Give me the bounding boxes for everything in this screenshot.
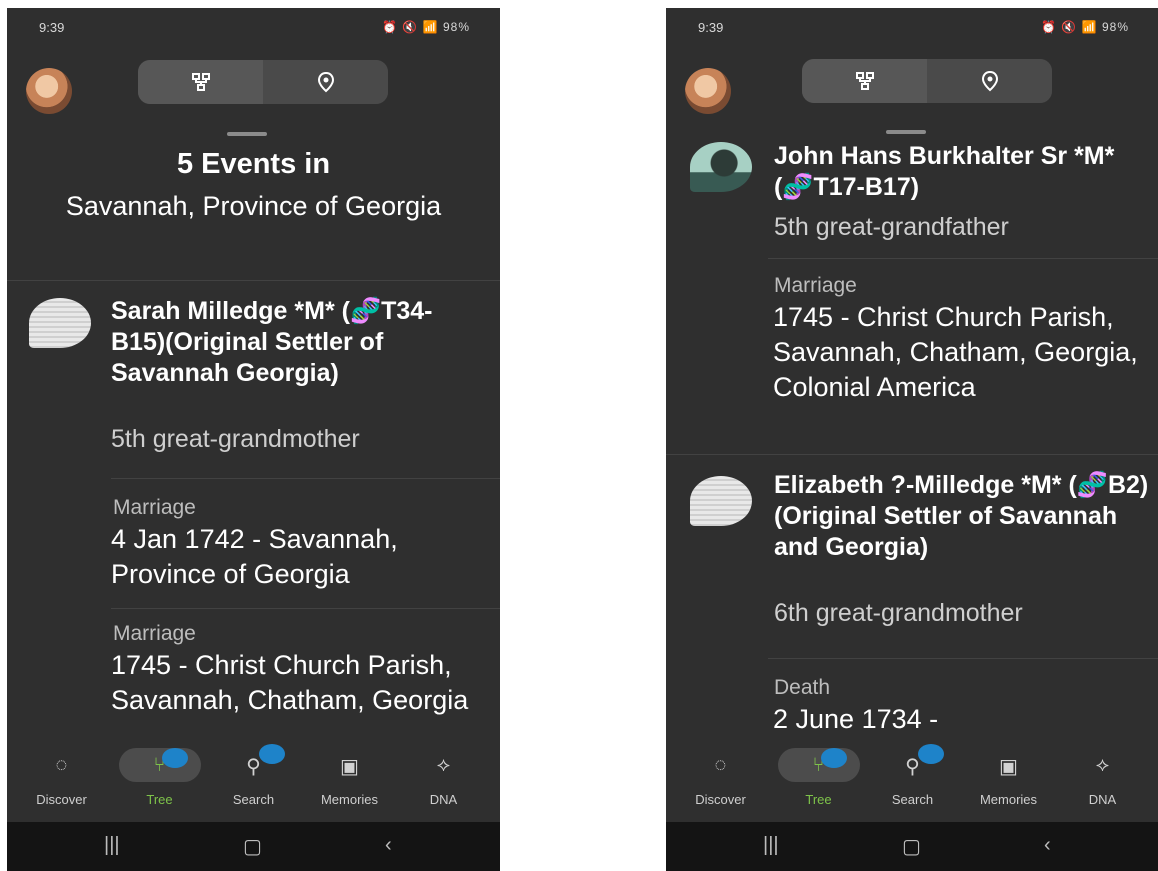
nav-tree[interactable]: ⑂ Tree bbox=[110, 734, 209, 822]
view-toggle bbox=[802, 59, 1052, 103]
bottom-navigation: ◌ Discover ⑂ Tree ⚲ Search ▣ Memories ⟡ … bbox=[666, 734, 1158, 822]
dna-emoji-icon: 🧬 bbox=[349, 297, 382, 325]
notification-badge bbox=[259, 744, 285, 764]
divider bbox=[7, 280, 500, 281]
dna-emoji-icon: 🧬 bbox=[782, 173, 814, 201]
recent-apps-button[interactable]: ||| bbox=[104, 834, 120, 857]
divider bbox=[768, 658, 1158, 659]
person-photo bbox=[690, 142, 752, 192]
dna-icon: ⟡ bbox=[1095, 754, 1110, 776]
events-sheet: John Hans Burkhalter Sr *M* (🧬T17-B17) 5… bbox=[666, 136, 1158, 734]
divider bbox=[768, 258, 1158, 259]
dna-icon: ⟡ bbox=[436, 754, 451, 776]
event-type: Marriage bbox=[774, 274, 857, 297]
person-name: Sarah Milledge *M* (🧬T34-B15)(Original S… bbox=[111, 297, 433, 387]
relationship-label: 5th great-grandmother bbox=[111, 425, 360, 453]
dna-emoji-icon: 🧬 bbox=[1076, 471, 1108, 499]
nav-tree[interactable]: ⑂ Tree bbox=[769, 734, 868, 822]
events-place: Savannah, Province of Georgia bbox=[65, 191, 442, 221]
event-detail[interactable]: 4 Jan 1742 - Savannah, Province of Georg… bbox=[111, 522, 486, 592]
phone-screen-left: 9:39 ⏰ 🔇 📶 98% 5 Events in Savannah, Pro… bbox=[7, 8, 500, 871]
person-name: Elizabeth ?-Milledge *M* (🧬B2)(Original … bbox=[774, 471, 1149, 561]
back-button[interactable]: ‹ bbox=[1044, 834, 1051, 857]
nav-memories[interactable]: ▣ Memories bbox=[300, 734, 399, 822]
person-photo bbox=[690, 476, 752, 526]
system-navigation-bar: ||| ▢ ‹ bbox=[7, 822, 500, 871]
user-avatar[interactable] bbox=[26, 68, 72, 114]
nav-discover[interactable]: ◌ Discover bbox=[671, 734, 770, 822]
status-bar: 9:39 ⏰ 🔇 📶 98% bbox=[666, 8, 1158, 46]
nav-label: Tree bbox=[805, 792, 832, 807]
nav-dna[interactable]: ⟡ DNA bbox=[394, 734, 493, 822]
status-bar: 9:39 ⏰ 🔇 📶 98% bbox=[7, 8, 500, 46]
person-name: John Hans Burkhalter Sr *M* (🧬T17-B17) bbox=[774, 142, 1115, 201]
nav-label: Discover bbox=[36, 792, 87, 807]
nav-label: Discover bbox=[695, 792, 746, 807]
sheet-drag-handle[interactable] bbox=[886, 130, 926, 134]
system-navigation-bar: ||| ▢ ‹ bbox=[666, 822, 1158, 871]
nav-discover[interactable]: ◌ Discover bbox=[12, 734, 111, 822]
event-detail[interactable]: 1745 - Christ Church Parish, Savannah, C… bbox=[111, 648, 486, 718]
relationship-label: 6th great-grandmother bbox=[774, 599, 1023, 627]
events-sheet: 5 Events in Savannah, Province of Georgi… bbox=[7, 140, 500, 734]
recent-apps-button[interactable]: ||| bbox=[763, 834, 779, 857]
notification-badge bbox=[821, 748, 847, 768]
tree-icon bbox=[191, 73, 210, 91]
relationship-label: 5th great-grandfather bbox=[774, 213, 1009, 241]
notification-badge bbox=[918, 744, 944, 764]
event-type: Death bbox=[774, 676, 831, 699]
notification-badge bbox=[162, 748, 188, 768]
home-button[interactable]: ▢ bbox=[902, 834, 921, 859]
map-pin-icon bbox=[317, 71, 334, 93]
map-view-button[interactable] bbox=[263, 60, 388, 104]
back-button[interactable]: ‹ bbox=[385, 834, 392, 857]
nav-label: Tree bbox=[146, 792, 173, 807]
nav-label: Memories bbox=[320, 792, 379, 807]
nav-search[interactable]: ⚲ Search bbox=[204, 734, 303, 822]
status-indicators: ⏰ 🔇 📶 98% bbox=[1041, 20, 1129, 34]
event-type: Marriage bbox=[113, 496, 196, 519]
divider bbox=[111, 478, 500, 479]
nav-label: Search bbox=[891, 792, 934, 807]
events-title: 5 Events in bbox=[176, 148, 331, 180]
tree-view-button[interactable] bbox=[802, 59, 927, 103]
memories-icon: ▣ bbox=[340, 756, 359, 778]
event-detail[interactable]: 1745 - Christ Church Parish, Savannah, C… bbox=[773, 300, 1148, 405]
map-view-button[interactable] bbox=[927, 59, 1052, 103]
nav-label: Memories bbox=[979, 792, 1038, 807]
user-avatar[interactable] bbox=[685, 68, 731, 114]
nav-memories[interactable]: ▣ Memories bbox=[959, 734, 1058, 822]
status-time: 9:39 bbox=[698, 20, 724, 35]
divider bbox=[666, 454, 1158, 455]
phone-screen-right: 9:39 ⏰ 🔇 📶 98% John Hans Burkhalter Sr *… bbox=[666, 8, 1158, 871]
nav-label: DNA bbox=[1088, 792, 1117, 807]
nav-search[interactable]: ⚲ Search bbox=[863, 734, 962, 822]
memories-icon: ▣ bbox=[999, 756, 1018, 778]
nav-label: Search bbox=[232, 792, 275, 807]
event-detail[interactable]: 2 June 1734 - bbox=[773, 702, 1148, 734]
status-time: 9:39 bbox=[39, 20, 65, 35]
person-photo bbox=[29, 298, 91, 348]
bottom-navigation: ◌ Discover ⑂ Tree ⚲ Search ▣ Memories ⟡ … bbox=[7, 734, 500, 822]
discover-icon: ◌ bbox=[714, 754, 727, 776]
tree-view-button[interactable] bbox=[138, 60, 263, 104]
sheet-drag-handle[interactable] bbox=[227, 132, 267, 136]
nav-dna[interactable]: ⟡ DNA bbox=[1053, 734, 1152, 822]
nav-label: DNA bbox=[429, 792, 458, 807]
discover-icon: ◌ bbox=[55, 754, 68, 776]
home-button[interactable]: ▢ bbox=[243, 834, 262, 859]
divider bbox=[111, 608, 500, 609]
event-type: Marriage bbox=[113, 622, 196, 645]
tree-icon bbox=[855, 72, 874, 90]
status-indicators: ⏰ 🔇 📶 98% bbox=[382, 20, 470, 34]
view-toggle bbox=[138, 60, 388, 104]
map-pin-icon bbox=[981, 70, 998, 92]
